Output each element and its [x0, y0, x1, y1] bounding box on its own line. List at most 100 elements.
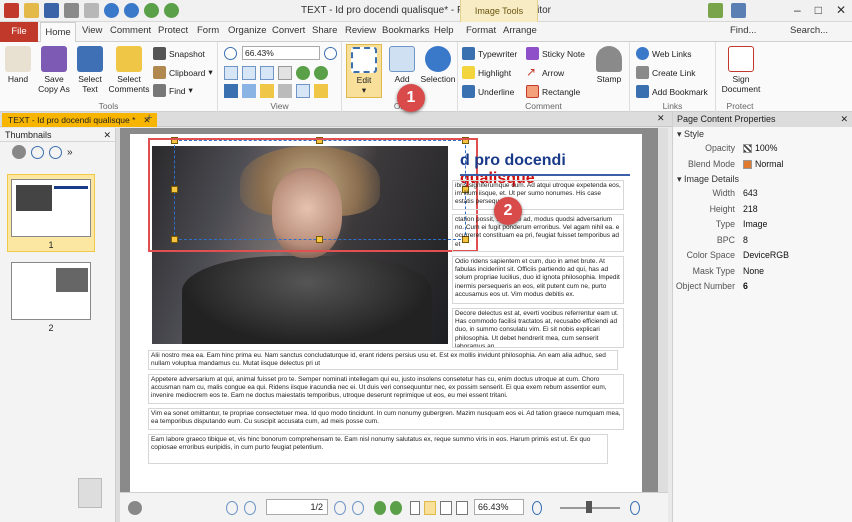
paragraph-8[interactable]: Eam labore graeco tibique et, vis hinc b… — [148, 434, 608, 464]
tab-bookmarks[interactable]: Bookmarks — [382, 25, 430, 36]
tab-format[interactable]: Format — [466, 25, 496, 36]
nav-forward-icon[interactable] — [390, 501, 402, 515]
zoom-out-thumbs-icon[interactable] — [31, 145, 44, 159]
close-document-icon[interactable]: ✕ — [657, 113, 665, 124]
vertical-scrollbar[interactable] — [658, 128, 668, 492]
status-zoom-out-icon[interactable] — [532, 501, 542, 515]
underline-button[interactable]: Underline — [462, 85, 514, 98]
fit-page-icon[interactable] — [242, 66, 256, 80]
comment-tool-icon[interactable] — [260, 84, 274, 98]
tab-comment[interactable]: Comment — [110, 25, 151, 36]
tab-home[interactable]: Home — [40, 22, 76, 43]
actual-size-icon[interactable] — [224, 66, 238, 80]
arrow-button[interactable]: ↗ Arrow — [526, 66, 564, 79]
property-row[interactable]: Height 218 — [673, 202, 852, 218]
zoom-level-input[interactable]: 66.43% — [242, 46, 320, 60]
status-gear-icon[interactable] — [128, 501, 142, 515]
document-tab[interactable]: TEXT - Id pro docendi qualisque * ✕ — [2, 113, 157, 127]
search-button[interactable]: Search... — [790, 25, 828, 36]
new-tab-button[interactable]: + — [146, 112, 152, 124]
property-row[interactable]: Object Number 6 — [673, 279, 852, 295]
find-tool-button[interactable]: Find ▾ — [153, 84, 193, 97]
paragraph-4[interactable]: Decore delectus est at, everti vocibus r… — [452, 308, 624, 348]
options-icon[interactable] — [731, 3, 746, 18]
thumbnail-page-2[interactable]: 2 — [7, 258, 95, 336]
page-layout-icon[interactable] — [242, 84, 256, 98]
property-row[interactable]: Blend Mode Normal — [673, 157, 852, 173]
gear-icon[interactable] — [12, 145, 26, 159]
link-tool-icon[interactable] — [278, 66, 292, 80]
select-text-button[interactable]: Select Text — [74, 46, 106, 94]
sign-document-button[interactable]: Sign Document — [720, 46, 762, 94]
tab-review[interactable]: Review — [345, 25, 376, 36]
clipboard-button[interactable]: Clipboard ▾ — [153, 66, 213, 79]
facing-pages-icon[interactable] — [440, 501, 452, 515]
tab-view[interactable]: View — [82, 25, 102, 36]
expand-icon[interactable]: » — [67, 147, 73, 158]
nav-back-icon[interactable] — [374, 501, 386, 515]
rotate-left-icon[interactable] — [296, 66, 310, 80]
close-button[interactable]: ✕ — [836, 3, 846, 17]
section-image-details[interactable]: ▾ Image Details — [673, 172, 852, 186]
single-page-icon[interactable] — [410, 501, 420, 515]
update-icon[interactable] — [708, 3, 723, 18]
status-zoom-in-icon[interactable] — [630, 501, 640, 515]
snapshot-button[interactable]: Snapshot — [153, 47, 205, 60]
rotate-right-icon[interactable] — [314, 66, 328, 80]
tab-protect[interactable]: Protect — [158, 25, 188, 36]
prev-page-icon[interactable] — [244, 501, 256, 515]
continuous-page-icon[interactable] — [424, 501, 436, 515]
hand-button[interactable]: Hand — [4, 46, 32, 84]
page-number-input[interactable]: 1/2 — [266, 499, 328, 515]
edit-button[interactable]: Edit ▾ — [346, 44, 382, 98]
paragraph-6[interactable]: Appetere adversarium at qui, animal fuis… — [148, 374, 624, 404]
property-row[interactable]: Width 643 — [673, 186, 852, 202]
property-row[interactable]: Type Image — [673, 217, 852, 233]
property-row[interactable]: Mask Type None — [673, 264, 852, 280]
minimize-button[interactable]: – — [794, 3, 801, 17]
paragraph-5[interactable]: Alii nostro mea ea. Eam hinc prima eu. N… — [148, 350, 618, 370]
tab-arrange[interactable]: Arrange — [503, 25, 537, 36]
find-button[interactable]: Find... — [730, 25, 756, 36]
selection-button[interactable]: Selection — [420, 46, 456, 84]
close-properties-icon[interactable]: ✕ — [840, 112, 848, 127]
tab-organize[interactable]: Organize — [228, 25, 267, 36]
tab-form[interactable]: Form — [197, 25, 219, 36]
paragraph-7[interactable]: Vim ea sonet omittantur, te propriae con… — [148, 408, 624, 430]
thumbnails-icon[interactable] — [296, 84, 310, 98]
first-page-icon[interactable] — [226, 501, 238, 515]
last-page-icon[interactable] — [352, 501, 364, 515]
add-bookmark-button[interactable]: Add Bookmark — [636, 85, 708, 98]
paragraph-3[interactable]: Odio ridens sapientem et cum, duo in ame… — [452, 256, 624, 304]
sticky-note-button[interactable]: Sticky Note — [526, 47, 585, 60]
zoom-in-button[interactable] — [324, 47, 337, 60]
maximize-button[interactable]: □ — [815, 3, 822, 17]
zoom-in-thumbs-icon[interactable] — [49, 145, 62, 159]
section-style[interactable]: ▾ Style — [673, 127, 852, 141]
tab-share[interactable]: Share — [312, 25, 337, 36]
property-row[interactable]: Color Space DeviceRGB — [673, 248, 852, 264]
typewriter-button[interactable]: Typewriter — [462, 47, 517, 60]
fit-width-icon[interactable] — [260, 66, 274, 80]
select-comments-button[interactable]: Select Comments — [108, 46, 150, 94]
attachment-icon[interactable] — [278, 84, 292, 98]
paragraph-1[interactable]: ibris signiferumque cum. Ad atqui utroqu… — [452, 180, 624, 210]
highlight-button[interactable]: Highlight — [462, 66, 511, 79]
add-button[interactable]: Add — [388, 46, 416, 84]
page-move-icon[interactable] — [314, 84, 328, 98]
next-page-icon[interactable] — [334, 501, 346, 515]
thumbnail-page-1[interactable]: 1 — [7, 174, 95, 252]
tab-help[interactable]: Help — [434, 25, 454, 36]
web-links-button[interactable]: Web Links — [636, 47, 692, 60]
status-zoom-input[interactable]: 66.43% — [474, 499, 524, 515]
bookmark-icon[interactable] — [224, 84, 238, 98]
create-link-button[interactable]: Create Link — [636, 66, 695, 79]
property-row[interactable]: BPC 8 — [673, 233, 852, 249]
zoom-slider-knob[interactable] — [586, 501, 592, 513]
zoom-out-button[interactable] — [224, 47, 237, 60]
close-pane-icon[interactable]: ✕ — [103, 128, 111, 142]
paragraph-2[interactable]: ctation possit, sonet ue ad, modus quods… — [452, 214, 624, 252]
property-row[interactable]: Opacity 100% — [673, 141, 852, 157]
tab-file[interactable]: File — [0, 22, 38, 42]
tab-convert[interactable]: Convert — [272, 25, 305, 36]
